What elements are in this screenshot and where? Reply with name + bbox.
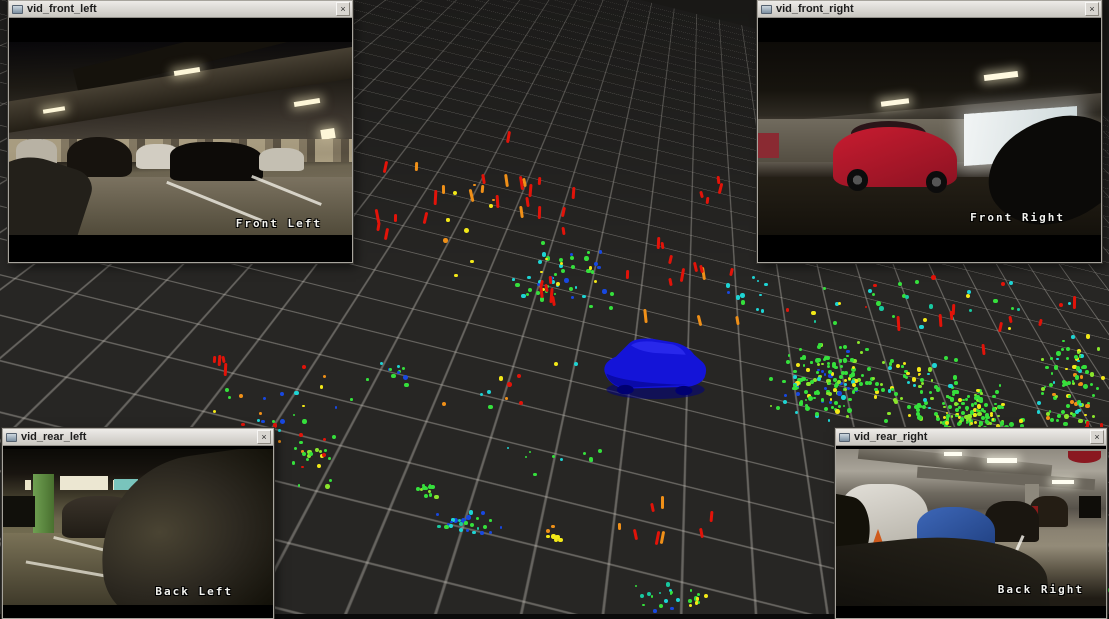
video-frame xyxy=(758,42,1101,235)
window-title: vid_front_left xyxy=(27,2,332,17)
car-wheel xyxy=(847,169,868,190)
titlebar[interactable]: vid_front_right × xyxy=(758,1,1101,18)
window-title: vid_rear_left xyxy=(21,430,253,445)
window-icon xyxy=(12,5,23,14)
camera-label: Front Right xyxy=(970,211,1065,224)
parked-car xyxy=(1079,496,1101,518)
window-vid-front-left[interactable]: vid_front_left × xyxy=(8,0,353,263)
window-icon xyxy=(761,5,772,14)
camera-label: Back Right xyxy=(998,583,1084,596)
app-screen: vid_front_left × xyxy=(0,0,1109,619)
parked-car xyxy=(170,142,263,181)
parked-car xyxy=(3,496,35,527)
window-vid-rear-right[interactable]: vid_rear_right × xyxy=(835,428,1107,619)
camera-feed-rear-right: Back Right xyxy=(836,446,1106,618)
close-icon[interactable]: × xyxy=(257,430,271,444)
camera-label: Back Left xyxy=(155,585,233,598)
window-title: vid_rear_right xyxy=(854,430,1086,445)
window-icon xyxy=(839,433,850,442)
titlebar[interactable]: vid_rear_left × xyxy=(3,429,273,446)
window-vid-rear-left[interactable]: vid_rear_left × Back Left xyxy=(2,428,274,619)
ceiling-light xyxy=(944,452,962,456)
titlebar[interactable]: vid_front_left × xyxy=(9,1,352,18)
close-icon[interactable]: × xyxy=(336,2,350,16)
green-pillar xyxy=(33,474,55,536)
ceiling-light xyxy=(1052,480,1074,484)
ego-vehicle-model xyxy=(597,330,715,404)
car-wheel xyxy=(926,171,947,192)
parked-car xyxy=(259,148,304,171)
close-icon[interactable]: × xyxy=(1090,430,1104,444)
window-icon xyxy=(6,433,17,442)
titlebar[interactable]: vid_rear_right × xyxy=(836,429,1106,446)
ceiling-light xyxy=(987,458,1017,463)
parked-car xyxy=(758,133,779,158)
camera-feed-rear-left: Back Left xyxy=(3,446,273,618)
camera-label: Front Left xyxy=(236,217,322,230)
video-frame xyxy=(3,449,273,605)
window-vid-front-right[interactable]: vid_front_right × Front Right xyxy=(757,0,1102,263)
video-frame xyxy=(9,42,352,235)
mirror-reflection xyxy=(1068,451,1100,464)
window-title: vid_front_right xyxy=(776,2,1081,17)
camera-feed-front-left: Front Left xyxy=(9,18,352,262)
wall-sign xyxy=(60,476,109,490)
close-icon[interactable]: × xyxy=(1085,2,1099,16)
camera-feed-front-right: Front Right xyxy=(758,18,1101,262)
